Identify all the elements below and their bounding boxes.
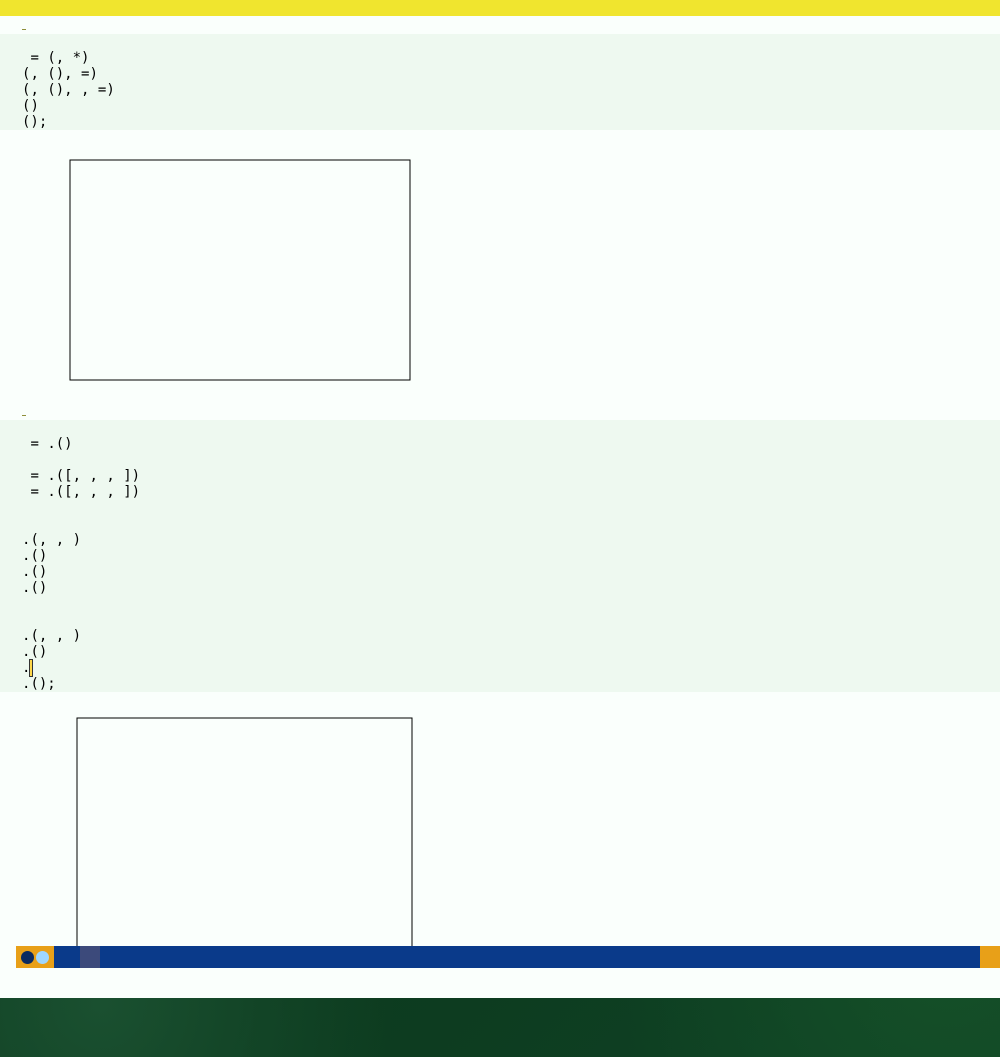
modeline-badge [16, 946, 54, 968]
emacs-window: = (, *) (, (), =) (, (), , =) () (); = .… [0, 0, 1000, 998]
modeline [16, 946, 1000, 968]
modeline-scroll-indicator-icon [980, 946, 1000, 968]
modeline-major-mode[interactable] [80, 946, 100, 968]
cell-code[interactable]: = .() = .([, , , ]) = .([, , , ]) .(, , … [0, 420, 1000, 692]
cell-prompt [22, 29, 26, 30]
chart-two-familiar-functions [22, 138, 412, 400]
cell-52: = (, *) (, (), =) (, (), , =) () (); [0, 18, 1000, 400]
minibuffer[interactable] [16, 968, 1000, 990]
cell-63: = .() = .([, , , ]) = .([, , , ]) .(, , … [0, 404, 1000, 990]
cell-prompt [22, 415, 26, 416]
editor-client-area[interactable]: = (, *) (, (), =) (, (), , =) () (); = .… [0, 16, 1000, 998]
text-cursor [30, 660, 32, 676]
cell-code[interactable]: = (, *) (, (), =) (, (), , =) () (); [0, 34, 1000, 130]
workspace-indicator[interactable] [36, 951, 49, 964]
workspace-indicator[interactable] [21, 951, 34, 964]
window-titlebar [0, 0, 1000, 16]
